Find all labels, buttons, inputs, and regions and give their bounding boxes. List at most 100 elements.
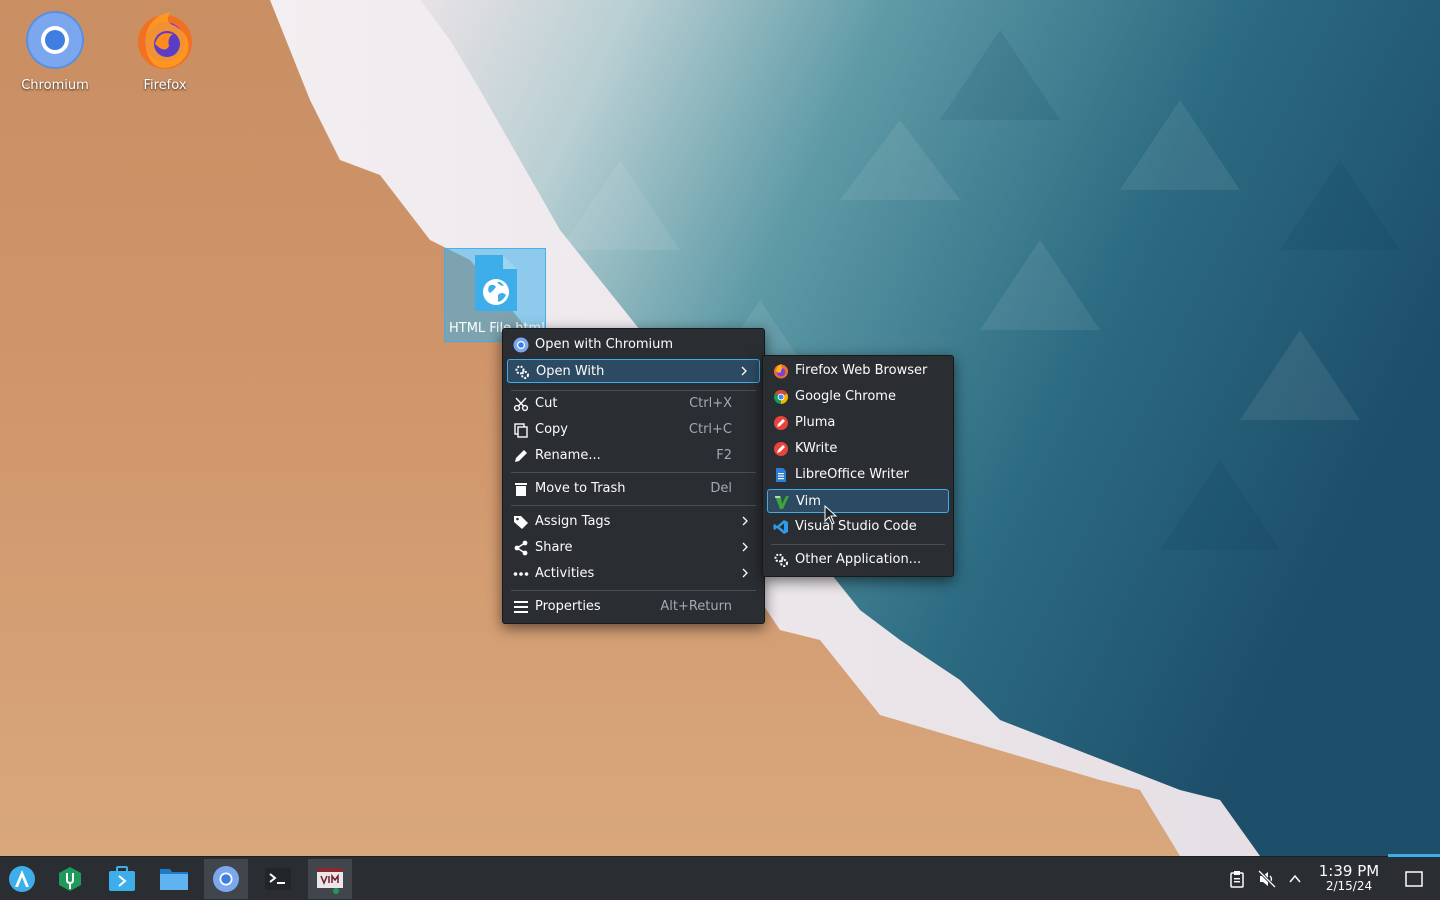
submenu-item-pluma[interactable]: Pluma <box>767 411 949 435</box>
menu-item-label: Vim <box>796 494 821 509</box>
menu-separator <box>511 472 756 473</box>
chevron-right-icon <box>742 542 748 552</box>
share-icon <box>513 540 529 556</box>
taskbar-store[interactable] <box>100 859 144 899</box>
menu-item-open-with-chromium[interactable]: Open with Chromium <box>507 333 760 357</box>
submenu-item-google-chrome[interactable]: Google Chrome <box>767 385 949 409</box>
menu-item-shortcut: Alt+Return <box>660 599 732 614</box>
chrome-icon <box>773 389 789 405</box>
menu-item-assign-tags[interactable]: Assign Tags <box>507 510 760 534</box>
chevron-right-icon <box>742 516 748 526</box>
menu-item-label: LibreOffice Writer <box>795 467 909 482</box>
menu-item-copy[interactable]: Copy Ctrl+C <box>507 418 760 442</box>
digital-clock[interactable]: 1:39 PM 2/15/24 <box>1316 863 1382 893</box>
dots-icon <box>513 566 529 582</box>
submenu-item-other-application[interactable]: Other Application... <box>767 548 949 572</box>
tray-volume[interactable] <box>1257 869 1277 889</box>
menu-item-properties[interactable]: Properties Alt+Return <box>507 595 760 619</box>
pencil-icon <box>513 448 529 464</box>
firefox-icon <box>773 363 789 379</box>
taskbar-terminal[interactable] <box>256 859 300 899</box>
desktop-icon-chromium[interactable]: Chromium <box>7 8 103 93</box>
clock-date: 2/15/24 <box>1325 879 1373 893</box>
menu-item-label: Activities <box>535 566 595 581</box>
desktop-icon-firefox[interactable]: Firefox <box>117 8 213 93</box>
open-with-submenu: Firefox Web Browser Google Chrome Pluma … <box>762 355 954 577</box>
menu-item-label: Cut <box>535 396 558 411</box>
menu-item-share[interactable]: Share <box>507 536 760 560</box>
tray-expand[interactable] <box>1285 869 1305 889</box>
taskbar-vim-window[interactable] <box>308 859 352 899</box>
menu-separator <box>771 544 945 545</box>
chevron-up-icon <box>1289 874 1301 883</box>
mouse-cursor-icon <box>824 505 838 525</box>
chromium-icon <box>26 11 84 69</box>
menu-separator <box>511 390 756 391</box>
list-icon <box>513 599 529 615</box>
application-launcher-button[interactable] <box>0 859 44 899</box>
menu-item-cut[interactable]: Cut Ctrl+X <box>507 392 760 416</box>
menu-item-label: Rename... <box>535 448 601 463</box>
submenu-item-vim[interactable]: Vim <box>767 489 949 513</box>
pluma-icon <box>773 415 789 431</box>
menu-item-shortcut: F2 <box>716 448 732 463</box>
menu-item-label: Google Chrome <box>795 389 896 404</box>
volume-muted-icon <box>1258 870 1276 888</box>
desktop-icon-label: Chromium <box>21 78 89 93</box>
context-menu: Open with Chromium Open With Cut Ctrl+X … <box>502 328 765 624</box>
vscode-icon <box>773 519 789 535</box>
taskbar-chromium[interactable] <box>204 859 248 899</box>
kwrite-icon <box>773 441 789 457</box>
clipboard-icon <box>1230 871 1244 888</box>
chevron-right-icon <box>742 568 748 578</box>
menu-item-shortcut: Ctrl+X <box>689 396 732 411</box>
menu-item-activities[interactable]: Activities <box>507 562 760 586</box>
vim-icon <box>774 494 790 510</box>
html-file-icon <box>475 255 517 311</box>
menu-item-label: Properties <box>535 599 601 614</box>
submenu-item-kwrite[interactable]: KWrite <box>767 437 949 461</box>
tray-clipboard[interactable] <box>1227 869 1247 889</box>
menu-item-rename[interactable]: Rename... F2 <box>507 444 760 468</box>
submenu-item-firefox[interactable]: Firefox Web Browser <box>767 359 949 383</box>
copy-icon <box>513 422 529 438</box>
menu-separator <box>511 590 756 591</box>
libreoffice-writer-icon <box>773 467 789 483</box>
menu-item-label: Assign Tags <box>535 514 611 529</box>
menu-item-open-with[interactable]: Open With <box>507 359 760 383</box>
submenu-item-vscode[interactable]: Visual Studio Code <box>767 515 949 539</box>
chromium-icon <box>513 337 529 353</box>
menu-item-label: Visual Studio Code <box>795 519 917 534</box>
clock-time: 1:39 PM <box>1318 862 1380 880</box>
menu-item-shortcut: Del <box>710 481 732 496</box>
menu-item-label: Share <box>535 540 573 555</box>
show-desktop-icon <box>1405 871 1423 887</box>
show-desktop-button[interactable] <box>1404 869 1424 889</box>
menu-item-move-to-trash[interactable]: Move to Trash Del <box>507 477 760 501</box>
tag-icon <box>513 514 529 530</box>
terminal-icon <box>265 868 291 890</box>
scissors-icon <box>513 396 529 412</box>
menu-item-label: Move to Trash <box>535 481 626 496</box>
menu-item-label: Copy <box>535 422 568 437</box>
taskbar-discover[interactable] <box>48 859 92 899</box>
application-launcher-icon <box>9 866 35 892</box>
menu-separator <box>511 505 756 506</box>
menu-item-label: KWrite <box>795 441 838 456</box>
chromium-icon <box>213 866 239 892</box>
chevron-right-icon <box>741 366 747 376</box>
menu-item-label: Firefox Web Browser <box>795 363 928 378</box>
store-icon <box>109 866 135 891</box>
file-manager-icon <box>160 869 188 890</box>
submenu-item-libreoffice-writer[interactable]: LibreOffice Writer <box>767 463 949 487</box>
trash-icon <box>513 481 529 497</box>
desktop-icon-label: Firefox <box>143 78 187 93</box>
menu-item-label: Open With <box>536 364 605 379</box>
firefox-icon <box>138 12 192 69</box>
taskbar-file-manager[interactable] <box>152 859 196 899</box>
show-desktop-indicator <box>1388 854 1440 857</box>
menu-item-shortcut: Ctrl+C <box>688 422 732 437</box>
menu-item-label: Open with Chromium <box>535 337 674 352</box>
menu-item-label: Other Application... <box>795 552 922 567</box>
menu-item-label: Pluma <box>795 415 836 430</box>
